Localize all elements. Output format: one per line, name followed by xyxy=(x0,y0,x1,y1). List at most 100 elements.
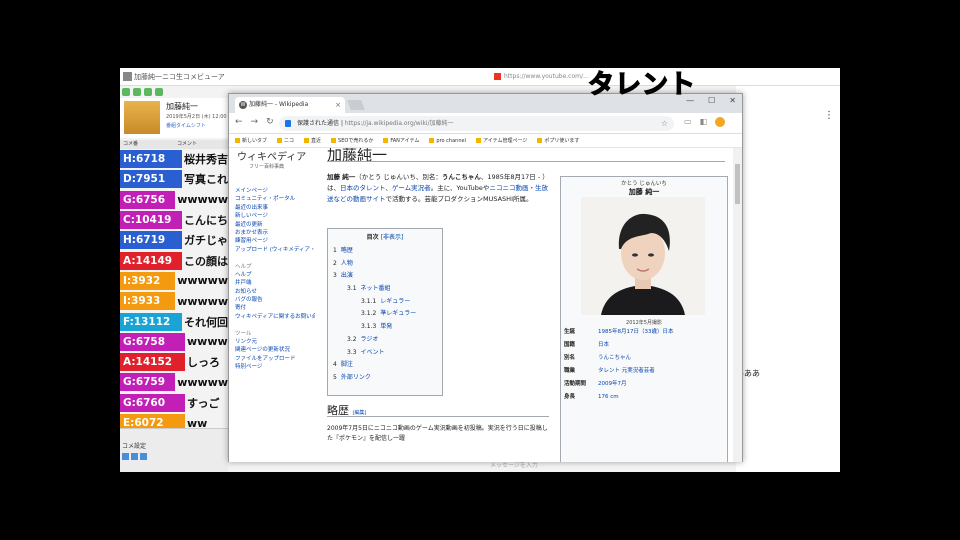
toc-item[interactable]: 3.1 ネット番組 xyxy=(333,283,437,296)
toolbar-icon[interactable] xyxy=(155,88,163,96)
comment-row[interactable]: C:10419 こんにち xyxy=(120,210,228,230)
back-icon[interactable]: ← xyxy=(235,117,243,127)
sidebar-link[interactable]: お知らせ xyxy=(235,287,315,295)
column-comment[interactable]: コメント xyxy=(174,140,228,149)
extension-icon[interactable]: ◧ xyxy=(700,117,708,127)
comment-row[interactable]: H:6718 桜井秀吉 xyxy=(120,149,228,169)
sidebar-link[interactable]: 最近の出来事 xyxy=(235,203,315,211)
sidebar-link[interactable]: 井戸端 xyxy=(235,278,315,286)
toc-item[interactable]: 4 脚注 xyxy=(333,359,437,372)
comment-row[interactable]: A:14152 しっろ xyxy=(120,352,228,372)
sidebar-link[interactable]: リンク元 xyxy=(235,337,315,345)
infobox-value[interactable]: 日本 xyxy=(598,342,609,355)
toc-item[interactable]: 1 略歴 xyxy=(333,245,437,258)
infobox-value[interactable]: 2009年7月 xyxy=(598,381,627,394)
toc-item[interactable]: 3.1.3 単発 xyxy=(333,321,437,334)
reload-icon[interactable]: ↻ xyxy=(266,117,274,127)
infobox-value[interactable]: 176 cm xyxy=(598,394,619,407)
sidebar-link[interactable]: バグの報告 xyxy=(235,295,315,303)
comment-row[interactable]: G:6756 wwwww xyxy=(120,190,228,210)
person-photo[interactable] xyxy=(581,197,705,315)
toc-label: 人物 xyxy=(340,259,353,267)
sidebar-link[interactable]: 関連ページの更新状況 xyxy=(235,345,315,353)
more-options-icon[interactable]: ⋮ xyxy=(824,110,834,121)
toc-hide-link[interactable]: [非表示] xyxy=(381,234,404,241)
portrait-illustration xyxy=(581,197,705,315)
timeshift-link[interactable]: 番組タイムシフト xyxy=(166,122,206,129)
toc-label: 出演 xyxy=(340,272,353,280)
sidebar-link[interactable]: ファイルをアップロード xyxy=(235,354,315,362)
comment-row[interactable]: I:3932 wwwww xyxy=(120,271,228,291)
infobox-value[interactable]: うんこちゃん xyxy=(598,355,631,368)
bookmark-item[interactable]: FANアイテム xyxy=(383,134,419,147)
toc-item[interactable]: 3 出演 xyxy=(333,270,437,283)
bottom-controls xyxy=(122,453,152,461)
comment-row[interactable]: D:7951 写真これ xyxy=(120,169,228,189)
toc-item[interactable]: 3.1.1 レギュラー xyxy=(333,296,437,309)
bookmarks-bar: 新しいタブ ニコ 直近 SEOで売れるか FANアイテム pro channel アイテム管… xyxy=(229,134,742,148)
close-tab-icon[interactable]: × xyxy=(335,97,341,113)
sidebar-link[interactable]: 新しいページ xyxy=(235,211,315,219)
scrollbar-thumb[interactable] xyxy=(735,164,740,204)
infobox-value[interactable]: タレント 元実況者芸者 xyxy=(598,368,655,381)
secure-label: 保護された通信 xyxy=(297,120,340,127)
sidebar-link[interactable]: アップロード (ウィキメディア・コモンズ) xyxy=(235,245,315,253)
omnibox[interactable]: 保護された通信 | https://ja.wikipedia.org/wiki/… xyxy=(279,116,674,131)
comment-row[interactable]: H:6719 ガチじゃ xyxy=(120,230,228,250)
avatar[interactable] xyxy=(124,101,160,134)
comment-row[interactable]: G:6758 wwww xyxy=(120,332,228,352)
sidebar-link[interactable]: 最近の更新 xyxy=(235,220,315,228)
profile-icon[interactable] xyxy=(715,117,726,127)
toolbar-icon[interactable] xyxy=(133,88,141,96)
url-text[interactable]: https://ja.wikipedia.org/wiki/加藤純一 xyxy=(345,120,454,127)
toc-item[interactable]: 3.1.2 準レギュラー xyxy=(333,308,437,321)
infobox-row: 生誕 1985年8月17日（33歳）日本 xyxy=(564,329,726,342)
toc-number: 2 xyxy=(333,259,337,267)
toc-item[interactable]: 5 外部リンク xyxy=(333,372,437,385)
control-icon[interactable] xyxy=(140,453,147,460)
new-tab-button[interactable] xyxy=(347,100,365,110)
column-id[interactable]: コメ番 xyxy=(120,140,174,149)
bookmark-star-icon[interactable]: ☆ xyxy=(661,116,668,131)
extension-icon[interactable]: ▭ xyxy=(684,117,692,127)
sidebar-link[interactable]: 特別ページ xyxy=(235,362,315,370)
bookmark-item[interactable]: SEOで売れるか xyxy=(331,134,373,147)
page-scrollbar[interactable] xyxy=(733,148,742,462)
bookmark-item[interactable]: ポプリ使います xyxy=(537,134,579,147)
tab-wikipedia[interactable]: W 加藤純一 - Wikipedia × xyxy=(235,97,345,113)
maximize-icon[interactable]: ☐ xyxy=(708,96,715,105)
comment-row[interactable]: A:14149 この顔は xyxy=(120,250,228,270)
toolbar-icon[interactable] xyxy=(144,88,152,96)
article-lead: 加藤 純一（かとう じゅんいち、別名：うんこちゃん、1985年8月17日 - ）… xyxy=(327,172,549,205)
wikipedia-logo[interactable]: ウィキペディア フリー百科事典 xyxy=(237,148,317,172)
comment-row[interactable]: I:3933 wwwww xyxy=(120,291,228,311)
comment-text: wwwww xyxy=(177,274,228,288)
comment-row[interactable]: G:6759 wwwww xyxy=(120,372,228,392)
toc-item[interactable]: 3.2 ラジオ xyxy=(333,334,437,347)
bookmark-item[interactable]: アイテム管理ページ xyxy=(476,134,527,147)
toc-item[interactable]: 3.3 イベント xyxy=(333,347,437,360)
control-icon[interactable] xyxy=(122,453,129,460)
sidebar-link[interactable]: メインページ xyxy=(235,186,315,194)
toolbar-icon[interactable] xyxy=(122,88,130,96)
sidebar-link[interactable]: おまかせ表示 xyxy=(235,228,315,236)
comment-row[interactable]: F:13112 それ何回 xyxy=(120,311,228,331)
bookmark-item[interactable]: 新しいタブ xyxy=(235,134,267,147)
sidebar-link[interactable]: 練習用ページ xyxy=(235,236,315,244)
infobox-value[interactable]: 1985年8月17日（33歳）日本 xyxy=(598,329,674,342)
comment-row[interactable]: G:6760 すっご xyxy=(120,393,228,413)
comment-id-badge: C:10419 xyxy=(120,211,182,230)
forward-icon[interactable]: → xyxy=(251,117,259,127)
article-link[interactable]: 日本のタレント、ゲーム実況者 xyxy=(340,184,431,192)
control-icon[interactable] xyxy=(131,453,138,460)
bookmark-item[interactable]: ニコ xyxy=(277,134,294,147)
sidebar-link[interactable]: コミュニティ・ポータル xyxy=(235,194,315,202)
sidebar-link[interactable]: ヘルプ xyxy=(235,270,315,278)
close-window-icon[interactable]: ✕ xyxy=(729,96,736,105)
bookmark-item[interactable]: pro channel xyxy=(429,134,466,147)
toc-item[interactable]: 2 人物 xyxy=(333,258,437,271)
sidebar-link[interactable]: ウィキペディアに関するお問い合わせ xyxy=(235,312,315,320)
bookmark-item[interactable]: 直近 xyxy=(304,134,321,147)
viewer-bottom-panel: コメ設定 xyxy=(120,428,228,472)
sidebar-link[interactable]: 寄付 xyxy=(235,303,315,311)
